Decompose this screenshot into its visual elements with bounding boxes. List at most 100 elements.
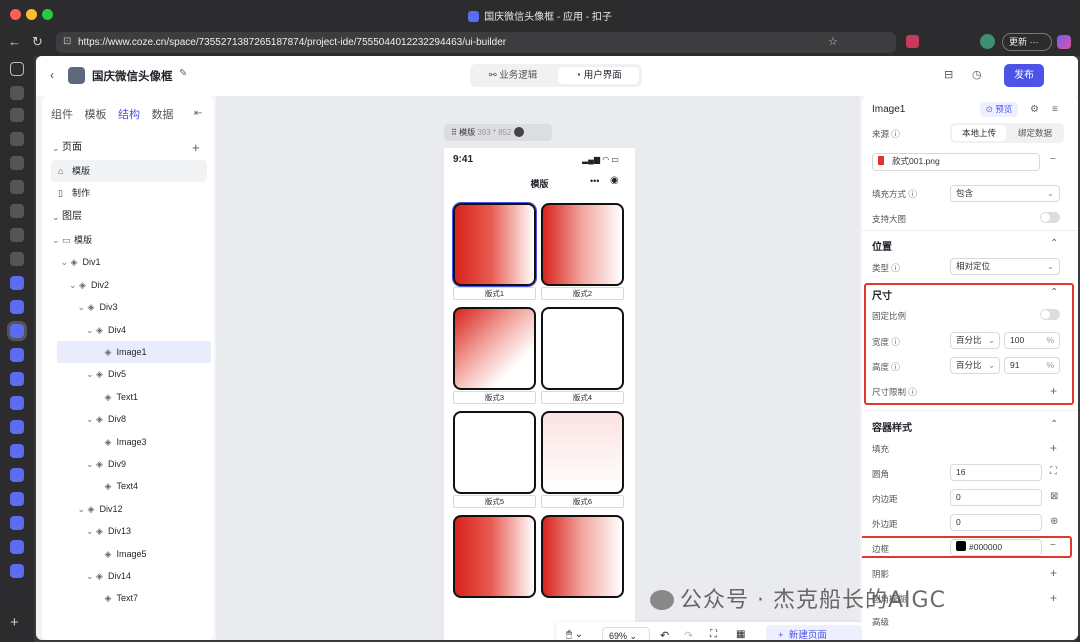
add-fill-icon[interactable]: + bbox=[1050, 441, 1057, 455]
layer-item[interactable]: ⌄ ◈ Div14 bbox=[42, 565, 214, 587]
more-icon[interactable]: ••• bbox=[590, 176, 599, 186]
expand-chevron-icon[interactable]: ⌄ bbox=[86, 520, 94, 542]
grid-icon[interactable]: ▦ bbox=[736, 629, 745, 640]
coze-tab-icon[interactable] bbox=[10, 372, 24, 386]
design-canvas[interactable]: ⠿ 模版 393 * 852 9:41 ▂▄▆ ◠ ▭ 模版 ••• ◉ 版式1… bbox=[216, 96, 886, 640]
layer-item[interactable]: ⌄ ◈ Div3 bbox=[42, 296, 214, 318]
tab-icon[interactable] bbox=[10, 156, 24, 170]
coze-tab-icon[interactable] bbox=[10, 540, 24, 554]
tab-structure[interactable]: 结构 bbox=[118, 109, 140, 121]
frame-label[interactable]: ⠿ 模版 393 * 852 bbox=[444, 124, 552, 141]
add-page-icon[interactable]: + bbox=[192, 137, 200, 159]
publish-button[interactable]: 发布 bbox=[1004, 64, 1044, 87]
expand-chevron-icon[interactable]: ⌄ bbox=[78, 296, 86, 318]
layer-item[interactable]: ⌄ ◈ Div4 bbox=[42, 319, 214, 341]
template-card-label[interactable]: 版式4 bbox=[541, 391, 624, 404]
zoom-select[interactable]: 69% ⌄ bbox=[602, 627, 650, 640]
extension-icon[interactable] bbox=[906, 35, 919, 48]
tab-icon[interactable] bbox=[10, 132, 24, 146]
expand-chevron-icon[interactable]: ⌄ bbox=[61, 251, 69, 273]
template-card-label[interactable]: 版式2 bbox=[541, 287, 624, 300]
margin-input[interactable]: 0 bbox=[950, 514, 1042, 531]
page-item-template[interactable]: ⌂ 模版 bbox=[51, 160, 207, 182]
tab-user-interface[interactable]: ◔ 用户界面 bbox=[558, 67, 639, 84]
layer-item[interactable]: ⌄ ◈ Div9 bbox=[42, 453, 214, 475]
coze-tab-icon[interactable] bbox=[10, 564, 24, 578]
tab-icon[interactable] bbox=[10, 108, 24, 122]
coze-tab-icon[interactable] bbox=[10, 492, 24, 506]
settings-icon[interactable]: ⚙ bbox=[1030, 104, 1039, 115]
preview-button[interactable]: ⊙ 预览 bbox=[980, 102, 1018, 117]
preview-box-icon[interactable]: ⊟ bbox=[944, 68, 953, 81]
history-icon[interactable]: ◷ bbox=[972, 68, 982, 81]
template-card-label[interactable]: 版式1 bbox=[453, 287, 536, 300]
phone-frame[interactable]: 9:41 ▂▄▆ ◠ ▭ 模版 ••• ◉ 版式1 版式2 版式3 版式4 版式5 版式6 bbox=[444, 148, 635, 640]
coze-tab-icon-active[interactable] bbox=[7, 321, 27, 341]
tab-components[interactable]: 组件 bbox=[51, 109, 73, 121]
layer-item[interactable]: ◈ Text1 bbox=[42, 386, 214, 408]
padding-input[interactable]: 0 bbox=[950, 489, 1042, 506]
collapse-container-icon[interactable]: ⌃ bbox=[1050, 419, 1058, 430]
file-field[interactable]: 款式001.png bbox=[872, 153, 1040, 171]
template-card-image[interactable] bbox=[453, 307, 536, 390]
layer-item[interactable]: ◈ Text4 bbox=[42, 475, 214, 497]
layer-item[interactable]: ⌄ ◈ Div2 bbox=[42, 274, 214, 296]
new-tab-icon[interactable]: + bbox=[10, 614, 19, 631]
menu-icon[interactable]: ≡ bbox=[1052, 104, 1058, 115]
expand-chevron-icon[interactable]: ⌄ bbox=[52, 229, 60, 251]
bookmark-star-icon[interactable]: ☆ bbox=[828, 35, 838, 48]
layer-item[interactable]: ⌄ ▭ 模版 bbox=[42, 229, 214, 251]
fill-mode-select[interactable]: 包含 ⌄ bbox=[950, 185, 1060, 202]
layer-item[interactable]: ◈ Text7 bbox=[42, 587, 214, 609]
tab-icon[interactable] bbox=[10, 228, 24, 242]
remove-file-icon[interactable]: − bbox=[1050, 154, 1056, 165]
cursor-icon[interactable]: 🖱 ⌄ bbox=[566, 629, 583, 640]
radius-input[interactable]: 16 bbox=[950, 464, 1042, 481]
template-card-image[interactable] bbox=[541, 515, 624, 598]
expand-chevron-icon[interactable]: ⌄ bbox=[69, 274, 77, 296]
tab-templates[interactable]: 模板 bbox=[85, 109, 107, 121]
source-local-tab[interactable]: 本地上传 bbox=[952, 125, 1006, 141]
margin-sides-icon[interactable]: ⊕ bbox=[1050, 516, 1058, 527]
coze-tab-icon[interactable] bbox=[10, 348, 24, 362]
layer-item[interactable]: ⌄ ◈ Div12 bbox=[42, 498, 214, 520]
new-page-button[interactable]: + 新建页面 bbox=[766, 625, 862, 640]
coze-tab-icon[interactable] bbox=[10, 276, 24, 290]
fit-icon[interactable]: ⛶ bbox=[710, 629, 717, 640]
coze-tab-icon[interactable] bbox=[10, 468, 24, 482]
tab-business-logic[interactable]: ⚯ 业务逻辑 bbox=[473, 67, 553, 84]
big-image-toggle[interactable] bbox=[1040, 212, 1060, 223]
layer-item[interactable]: ◈ Image1 bbox=[57, 341, 211, 363]
expand-chevron-icon[interactable]: ⌄ bbox=[86, 453, 94, 475]
collapse-panel-icon[interactable]: ⇤ bbox=[194, 108, 202, 119]
reload-icon[interactable]: ↻ bbox=[32, 34, 43, 50]
layer-item[interactable]: ⌄ ◈ Div1 bbox=[42, 251, 214, 273]
template-card-image[interactable] bbox=[452, 202, 537, 287]
expand-chevron-icon[interactable]: ⌄ bbox=[86, 408, 94, 430]
layers-section-header[interactable]: ⌄ 图层 bbox=[42, 206, 214, 228]
url-field[interactable]: ⊡ https://www.coze.cn/space/735527138726… bbox=[56, 32, 896, 53]
tab-sidebar-icon[interactable] bbox=[10, 62, 24, 76]
add-shadow-icon[interactable]: + bbox=[1050, 566, 1057, 580]
radius-corners-icon[interactable]: ⛶ bbox=[1050, 466, 1057, 477]
expand-chevron-icon[interactable]: ⌄ bbox=[86, 363, 94, 385]
update-button[interactable]: 更新 ··· bbox=[1002, 33, 1052, 51]
layer-item[interactable]: ⌄ ◈ Div13 bbox=[42, 520, 214, 542]
template-card-image[interactable] bbox=[541, 307, 624, 390]
coze-tab-icon[interactable] bbox=[10, 396, 24, 410]
back-chevron-icon[interactable]: ‹ bbox=[50, 68, 54, 82]
expand-chevron-icon[interactable]: ⌄ bbox=[86, 565, 94, 587]
template-card-image[interactable] bbox=[453, 515, 536, 598]
undo-icon[interactable]: ↶ bbox=[660, 629, 669, 640]
template-card-image[interactable] bbox=[541, 411, 624, 494]
expand-chevron-icon[interactable]: ⌄ bbox=[78, 498, 86, 520]
expand-chevron-icon[interactable]: ⌄ bbox=[86, 319, 94, 341]
tab-data[interactable]: 数据 bbox=[152, 109, 174, 121]
position-type-select[interactable]: 相对定位 ⌄ bbox=[950, 258, 1060, 275]
template-card-image[interactable] bbox=[541, 203, 624, 286]
coze-tab-icon[interactable] bbox=[10, 300, 24, 314]
layer-item[interactable]: ⌄ ◈ Div8 bbox=[42, 408, 214, 430]
back-icon[interactable]: ← bbox=[8, 34, 21, 49]
coze-tab-icon[interactable] bbox=[10, 516, 24, 530]
pages-section-header[interactable]: ⌄ 页面 + bbox=[42, 137, 214, 159]
